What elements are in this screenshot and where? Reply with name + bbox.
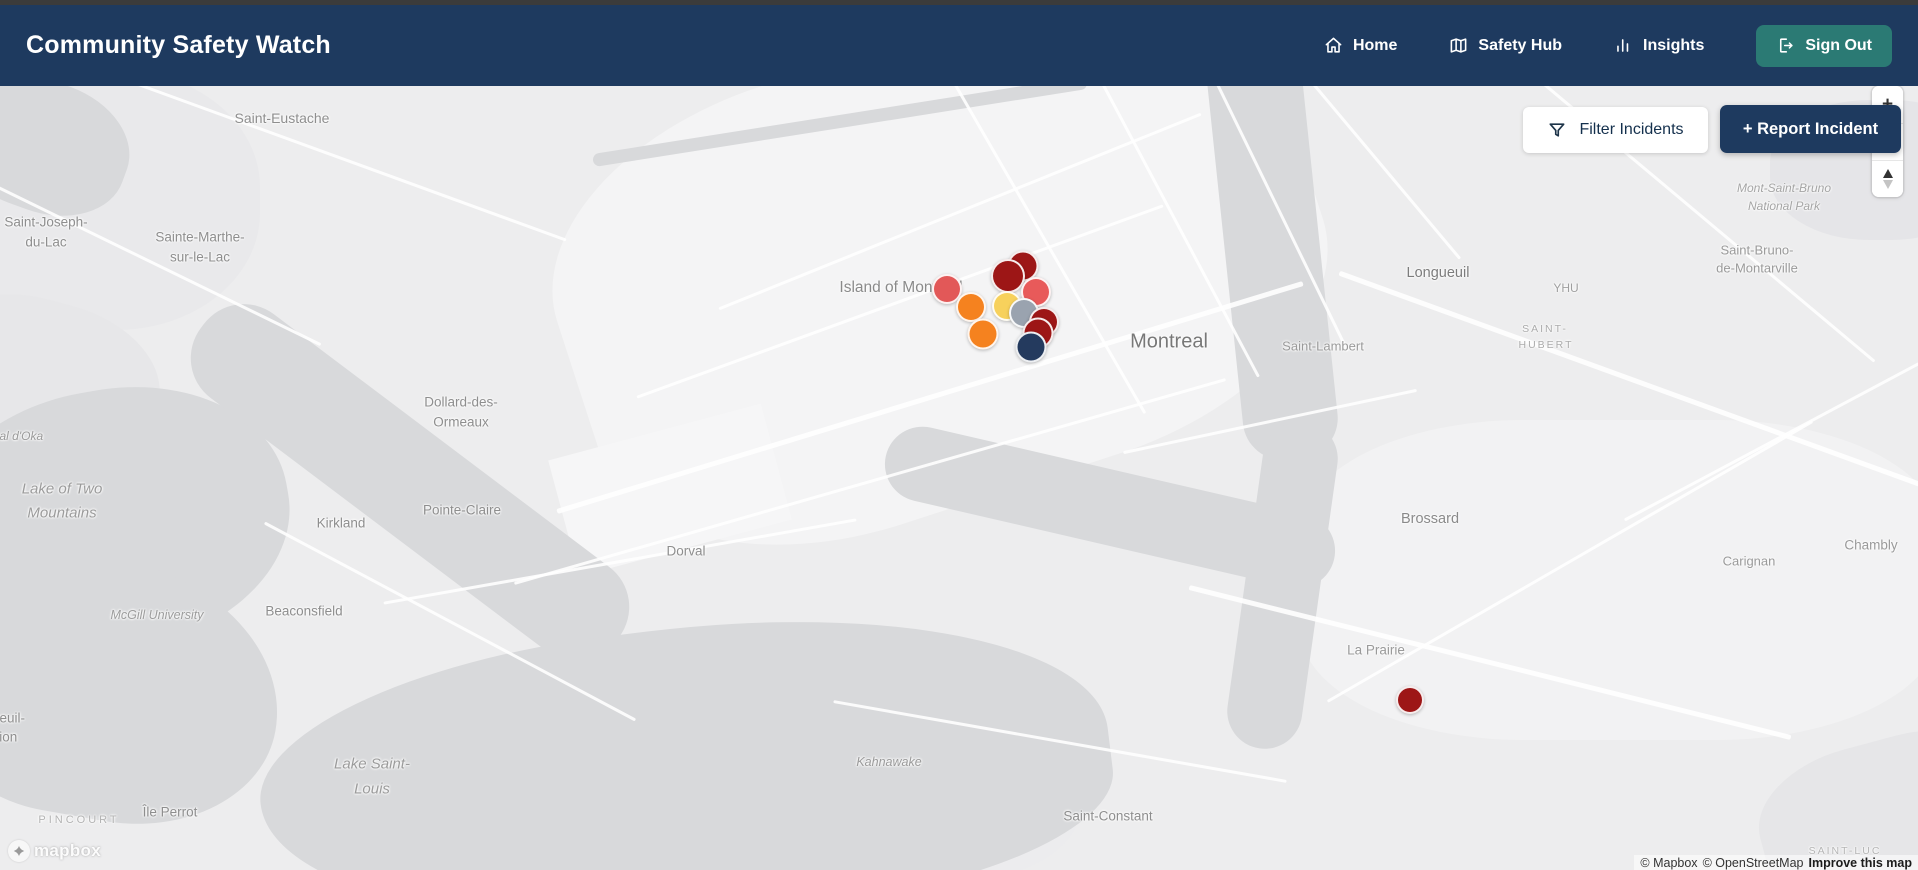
mapbox-logo-word: mapbox <box>34 841 101 860</box>
compass-south-icon <box>1882 180 1893 189</box>
map-icon <box>1449 36 1468 55</box>
filter-incidents-label: Filter Incidents <box>1579 121 1684 138</box>
map-label: Longueuil <box>1406 265 1470 281</box>
incident-marker[interactable] <box>1015 331 1047 363</box>
report-incident-button[interactable]: + Report Incident <box>1720 105 1901 153</box>
nav-home-label: Home <box>1352 36 1398 54</box>
nav-insights-label: Insights <box>1643 36 1705 54</box>
sign-out-label: Sign Out <box>1805 36 1872 54</box>
compass-button[interactable] <box>1872 160 1903 197</box>
nav-item-home[interactable]: Home <box>1324 36 1397 55</box>
main-nav: Home Safety Hub Insights Sign Out <box>1324 24 1892 67</box>
mapbox-logo[interactable]: mapbox <box>8 840 101 862</box>
map-attribution: © Mapbox © OpenStreetMap Improve this ma… <box>1634 855 1918 870</box>
incident-marker[interactable] <box>1396 686 1424 714</box>
attribution-mapbox-link[interactable]: © Mapbox <box>1640 856 1697 870</box>
attribution-osm-link[interactable]: © OpenStreetMap <box>1703 856 1804 870</box>
bar-chart-icon <box>1614 36 1633 55</box>
log-out-icon <box>1776 36 1795 55</box>
nav-safety-hub-label: Safety Hub <box>1478 36 1562 54</box>
filter-incidents-button[interactable]: Filter Incidents <box>1523 107 1708 153</box>
map-label: Saint-Bruno- <box>1720 242 1794 258</box>
map-label: Dollard-des- <box>424 394 498 410</box>
nav-item-insights[interactable]: Insights <box>1614 36 1704 55</box>
map-label: Beaconsfield <box>265 603 343 619</box>
nav-item-safety-hub[interactable]: Safety Hub <box>1449 36 1562 55</box>
map-canvas[interactable]: Saint-Eustache Saint-Joseph-du-Lac Sainte-… <box>0 0 1918 870</box>
map-label: YHU <box>1553 281 1579 295</box>
page-title: Community Safety Watch <box>26 31 331 59</box>
funnel-icon <box>1547 120 1567 140</box>
mapbox-logo-icon <box>8 840 30 862</box>
window-chrome-strip <box>0 0 1918 5</box>
map-label: Ormeaux <box>433 414 489 430</box>
sign-out-button[interactable]: Sign Out <box>1756 24 1892 67</box>
home-icon <box>1324 36 1343 55</box>
map-label: Kirkland <box>316 515 366 531</box>
app-header: Community Safety Watch Home Safety Hub I… <box>0 5 1918 86</box>
map-label: SAINT- <box>1522 323 1568 335</box>
incident-marker[interactable] <box>956 292 986 322</box>
water-shape-lake-saint-louis <box>245 577 1125 870</box>
compass-north-icon <box>1882 169 1893 178</box>
incident-marker[interactable] <box>991 259 1025 293</box>
improve-map-link[interactable]: Improve this map <box>1809 856 1913 870</box>
incident-marker[interactable] <box>967 318 999 350</box>
app-root: Saint-Eustache Saint-Joseph-du-Lac Sainte-… <box>0 0 1918 870</box>
